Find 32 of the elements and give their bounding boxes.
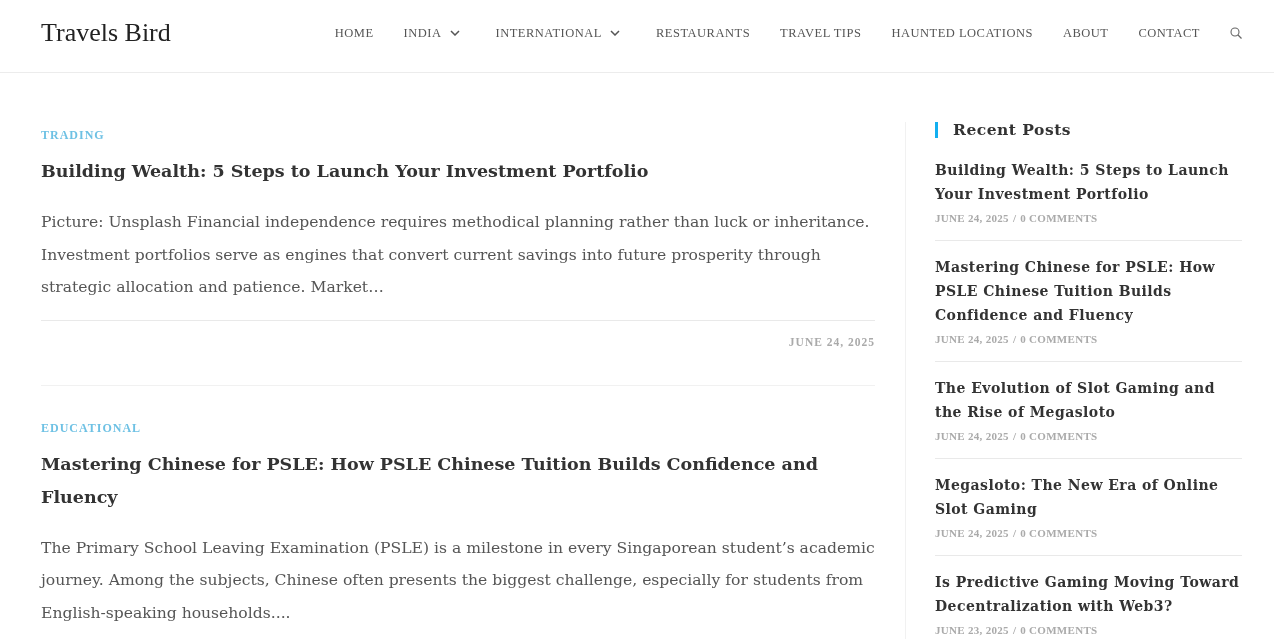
recent-post-title[interactable]: Is Predictive Gaming Moving Toward Decentralization with Web3?	[935, 570, 1242, 618]
meta-separator: /	[1012, 527, 1017, 539]
search-icon	[1230, 27, 1242, 39]
recent-post-title[interactable]: The Evolution of Slot Gaming and the Rise of Megasloto	[935, 376, 1242, 424]
nav-link[interactable]: RESTAURANTS	[641, 23, 766, 43]
post-title[interactable]: Building Wealth: 5 Steps to Launch Your Investment Portfolio	[41, 155, 649, 188]
recent-post-date: JUNE 23, 2025	[935, 624, 1009, 636]
recent-post-date: JUNE 24, 2025	[935, 212, 1009, 224]
post-excerpt: The Primary School Leaving Examination (PSLE) is a milestone in every Singaporean student’s academic journey. Among the subjects, Chinese often presents the biggest challenge, especially for students from English-speaking households....	[41, 537, 876, 624]
recent-post-title[interactable]: Megasloto: The New Era of Online Slot Gaming	[935, 473, 1242, 521]
recent-post-date: JUNE 24, 2025	[935, 333, 1009, 345]
recent-post-date: JUNE 24, 2025	[935, 430, 1009, 442]
post-title[interactable]: Mastering Chinese for PSLE: How PSLE Chinese Tuition Builds Confidence and Fluency	[41, 447, 875, 514]
meta-separator: /	[1012, 212, 1017, 224]
meta-separator: /	[1012, 624, 1017, 636]
recent-post-date: JUNE 24, 2025	[935, 527, 1009, 539]
recent-post-title[interactable]: Mastering Chinese for PSLE: How PSLE Chinese Tuition Builds Confidence and Fluency	[935, 255, 1242, 327]
widget-title: Recent Posts	[935, 122, 1242, 138]
nav-link[interactable]: INTERNATIONAL	[480, 23, 641, 43]
search-button[interactable]	[1230, 27, 1242, 39]
nav-link[interactable]: HOME	[319, 23, 389, 43]
meta-separator: /	[1012, 333, 1017, 345]
nav-link[interactable]: CONTACT	[1123, 23, 1215, 43]
nav-link[interactable]: INDIA	[388, 23, 481, 43]
recent-post-title[interactable]: Building Wealth: 5 Steps to Launch Your Investment Portfolio	[935, 158, 1242, 206]
nav-link[interactable]: TRAVEL TIPS	[765, 23, 877, 43]
post-excerpt: Picture: Unsplash Financial independence requires methodical planning rather than luck or inheritance. Investment portfolios serve as engines that convert current savings into future prosperity through strategic allocation and patience. Market…	[41, 212, 871, 298]
meta-separator: /	[1012, 430, 1017, 442]
nav-link[interactable]: ABOUT	[1047, 23, 1124, 43]
nav-link[interactable]: HAUNTED LOCATIONS	[876, 23, 1048, 43]
site-logo[interactable]: Travels Bird	[41, 18, 171, 48]
post-date: JUNE 24, 2025	[788, 334, 875, 350]
